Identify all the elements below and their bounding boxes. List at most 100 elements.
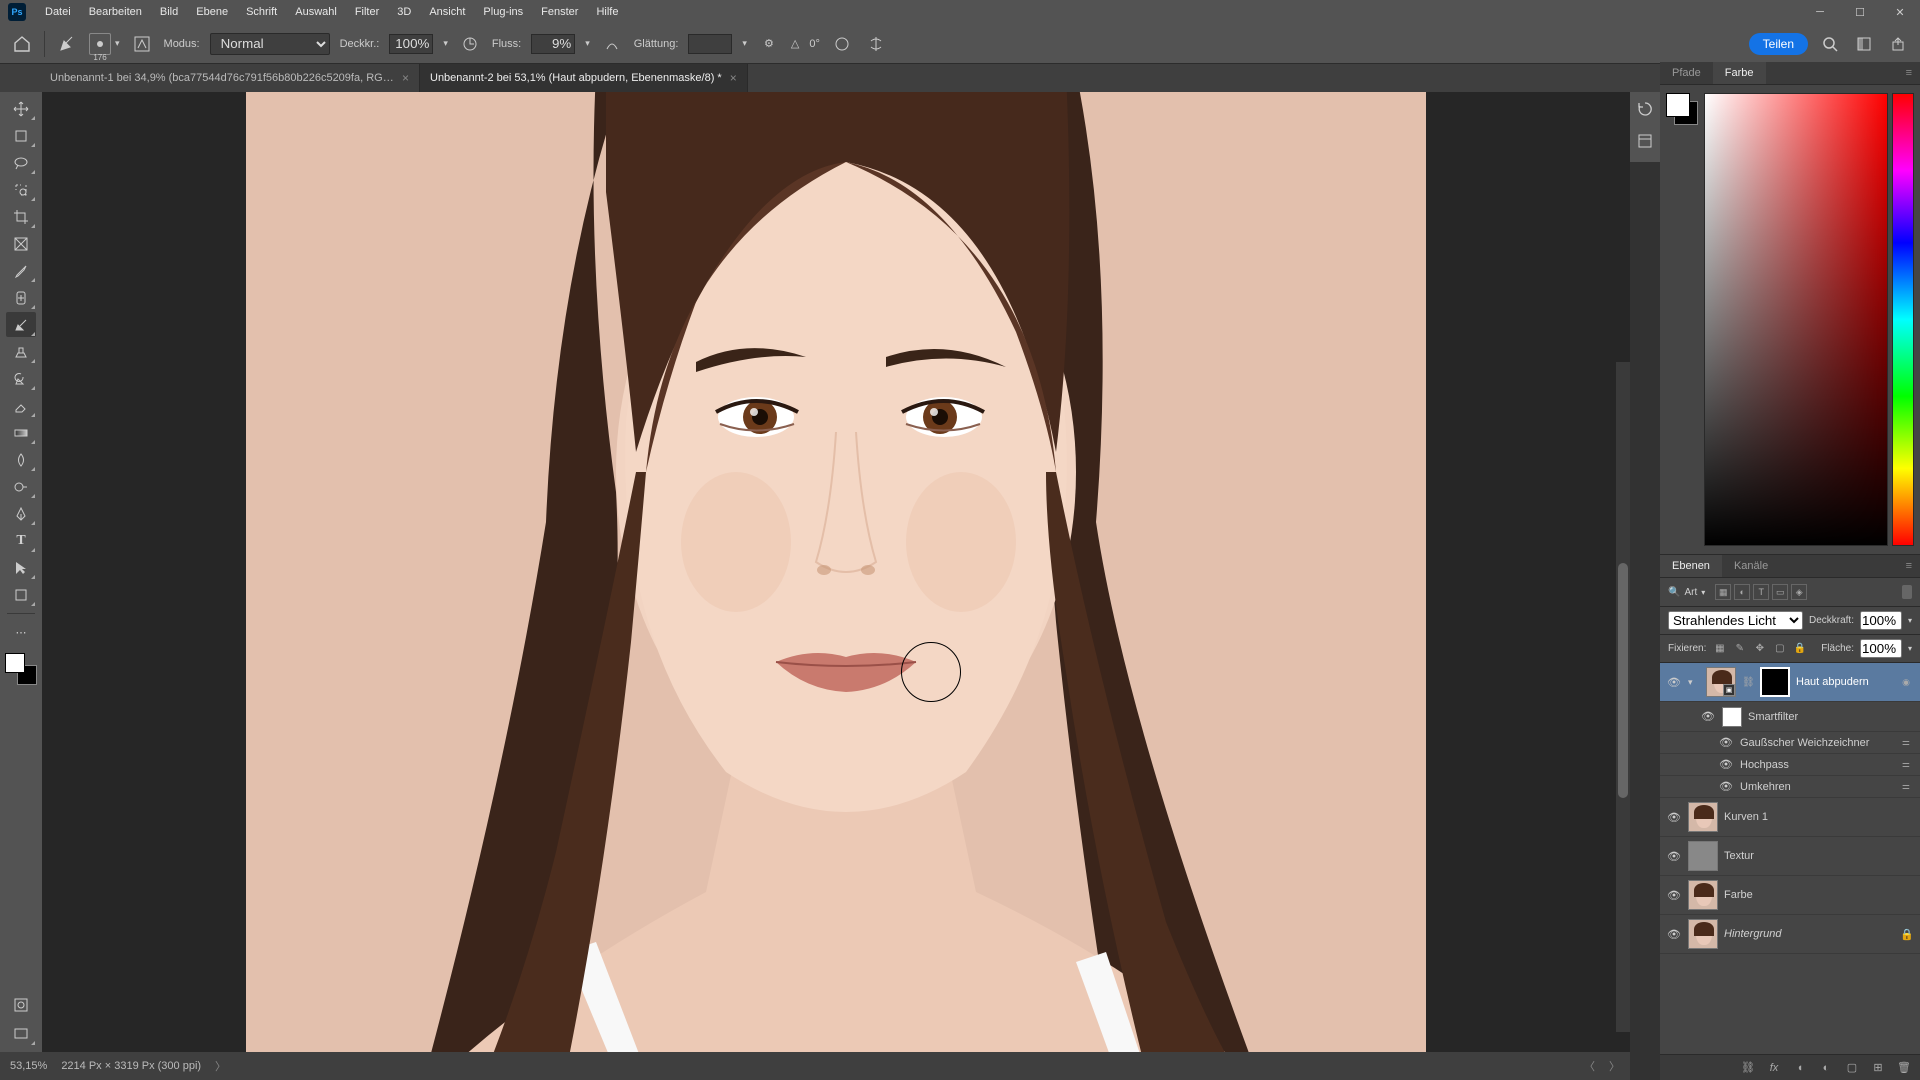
layer-hintergrund[interactable]: 👁 Hintergrund 🔒	[1660, 915, 1920, 954]
move-tool[interactable]	[6, 96, 36, 121]
home-button[interactable]	[10, 32, 34, 56]
workspace-icon[interactable]	[1852, 32, 1876, 56]
menu-bearbeiten[interactable]: Bearbeiten	[80, 0, 151, 24]
share-button[interactable]: Teilen	[1749, 33, 1808, 55]
paths-tab[interactable]: Pfade	[1660, 62, 1713, 84]
layer-textur[interactable]: 👁 Textur	[1660, 837, 1920, 876]
eyedropper-tool[interactable]	[6, 258, 36, 283]
menu-3d[interactable]: 3D	[388, 0, 420, 24]
layers-panel-menu[interactable]: ≡	[1898, 555, 1920, 577]
menu-ansicht[interactable]: Ansicht	[420, 0, 474, 24]
link-layers-icon[interactable]: ⛓	[1740, 1060, 1756, 1076]
layer-blend-select[interactable]: Strahlendes Licht	[1668, 611, 1803, 630]
brush-panel-toggle[interactable]	[130, 32, 154, 56]
menu-schrift[interactable]: Schrift	[237, 0, 286, 24]
visibility-toggle[interactable]: 👁	[1666, 850, 1682, 863]
brush-preview[interactable]: 176	[89, 33, 111, 55]
visibility-toggle[interactable]: 👁	[1718, 736, 1734, 749]
airbrush-icon[interactable]	[600, 32, 624, 56]
doc-dimensions[interactable]: 2214 Px × 3319 Px (300 ppi)	[61, 1060, 201, 1072]
tab-close-2[interactable]: ×	[730, 71, 737, 85]
search-icon[interactable]	[1818, 32, 1842, 56]
lock-all-icon[interactable]: 🔒	[1792, 641, 1807, 656]
pressure-opacity-icon[interactable]	[458, 32, 482, 56]
menu-fenster[interactable]: Fenster	[532, 0, 587, 24]
layer-thumb[interactable]: ▣	[1706, 667, 1736, 697]
layer-fill-input[interactable]	[1860, 639, 1902, 658]
visibility-toggle[interactable]: 👁	[1666, 889, 1682, 902]
color-panel-menu[interactable]: ≡	[1898, 62, 1920, 84]
opacity-dropdown[interactable]: ▾	[443, 38, 448, 49]
history-panel-icon[interactable]	[1634, 98, 1656, 120]
vertical-scrollbar[interactable]	[1616, 362, 1630, 1032]
filter-pixel-icon[interactable]: ▦	[1715, 584, 1731, 600]
layer-farbe[interactable]: 👁 Farbe	[1660, 876, 1920, 915]
color-tab[interactable]: Farbe	[1713, 62, 1766, 84]
lock-pixels-icon[interactable]: ✎	[1732, 641, 1747, 656]
hue-slider[interactable]	[1892, 93, 1914, 546]
crop-tool[interactable]	[6, 204, 36, 229]
layer-thumb[interactable]	[1688, 880, 1718, 910]
blend-mode-select[interactable]: Normal	[210, 33, 330, 55]
layer-name[interactable]: Umkehren	[1740, 781, 1896, 793]
healing-brush-tool[interactable]	[6, 285, 36, 310]
layer-smartfilter[interactable]: 👁 Smartfilter	[1660, 702, 1920, 732]
filter-shape-icon[interactable]: ▭	[1772, 584, 1788, 600]
visibility-toggle[interactable]: 👁	[1666, 811, 1682, 824]
menu-auswahl[interactable]: Auswahl	[286, 0, 346, 24]
visibility-toggle[interactable]: 👁	[1700, 710, 1716, 723]
layers-tab[interactable]: Ebenen	[1660, 555, 1722, 577]
menu-filter[interactable]: Filter	[346, 0, 388, 24]
filter-smart-icon[interactable]: ◈	[1791, 584, 1807, 600]
visibility-toggle[interactable]: 👁	[1666, 676, 1682, 689]
layer-opacity-input[interactable]	[1860, 611, 1902, 630]
edit-toolbar-icon[interactable]: ⋯	[6, 620, 36, 645]
brush-tool[interactable]	[6, 312, 36, 337]
filter-toggle[interactable]	[1902, 585, 1912, 599]
lasso-tool[interactable]	[6, 150, 36, 175]
foreground-color-swatch[interactable]	[5, 653, 25, 673]
lock-position-icon[interactable]: ✥	[1752, 641, 1767, 656]
opacity-input[interactable]	[389, 34, 433, 54]
dodge-tool[interactable]	[6, 474, 36, 499]
status-menu-arrow[interactable]: 〉	[215, 1058, 226, 1074]
filter-options-icon[interactable]: ⚌	[1902, 781, 1914, 792]
properties-panel-icon[interactable]	[1634, 130, 1656, 152]
type-tool[interactable]: T	[6, 528, 36, 553]
close-button[interactable]: ✕	[1880, 0, 1920, 24]
minimize-button[interactable]: ─	[1800, 0, 1840, 24]
filter-options-icon[interactable]: ⚌	[1902, 737, 1914, 748]
lock-artboard-icon[interactable]: ▢	[1772, 641, 1787, 656]
quickmask-tool[interactable]	[6, 992, 36, 1017]
flow-input[interactable]	[531, 34, 575, 54]
filter-mask-thumb[interactable]	[1722, 707, 1742, 727]
layer-filter-gauss[interactable]: 👁 Gaußscher Weichzeichner ⚌	[1660, 732, 1920, 754]
fg-color-chip[interactable]	[1666, 93, 1690, 117]
layer-name[interactable]: Farbe	[1724, 889, 1914, 901]
blur-tool[interactable]	[6, 447, 36, 472]
frame-tool[interactable]	[6, 231, 36, 256]
canvas-area[interactable]	[42, 92, 1630, 1052]
layer-name[interactable]: Hochpass	[1740, 759, 1896, 771]
layer-name[interactable]: Kurven 1	[1724, 811, 1914, 823]
scroll-right-arrow[interactable]: 〉	[1609, 1058, 1620, 1074]
layer-name[interactable]: Haut abpudern	[1796, 676, 1896, 688]
layer-fill-dropdown[interactable]: ▾	[1908, 644, 1912, 653]
zoom-level[interactable]: 53,15%	[10, 1060, 47, 1072]
group-icon[interactable]: ▢	[1844, 1060, 1860, 1076]
symmetry-icon[interactable]	[864, 32, 888, 56]
layer-kurven[interactable]: 👁 Kurven 1	[1660, 798, 1920, 837]
smoothing-input[interactable]	[688, 34, 732, 54]
current-tool-icon[interactable]	[55, 32, 79, 56]
adjustment-layer-icon[interactable]: ◐	[1818, 1060, 1834, 1076]
gradient-tool[interactable]	[6, 420, 36, 445]
visibility-toggle[interactable]: 👁	[1718, 780, 1734, 793]
document-tab-1[interactable]: Unbenannt-1 bei 34,9% (bca77544d76c791f5…	[40, 64, 420, 92]
menu-datei[interactable]: Datei	[36, 0, 80, 24]
layer-mask-icon[interactable]: ◖	[1792, 1060, 1808, 1076]
flow-dropdown[interactable]: ▾	[585, 38, 590, 49]
layer-name[interactable]: Hintergrund	[1724, 928, 1894, 940]
channels-tab[interactable]: Kanäle	[1722, 555, 1780, 577]
color-swatches[interactable]	[5, 653, 37, 685]
shape-tool[interactable]	[6, 582, 36, 607]
